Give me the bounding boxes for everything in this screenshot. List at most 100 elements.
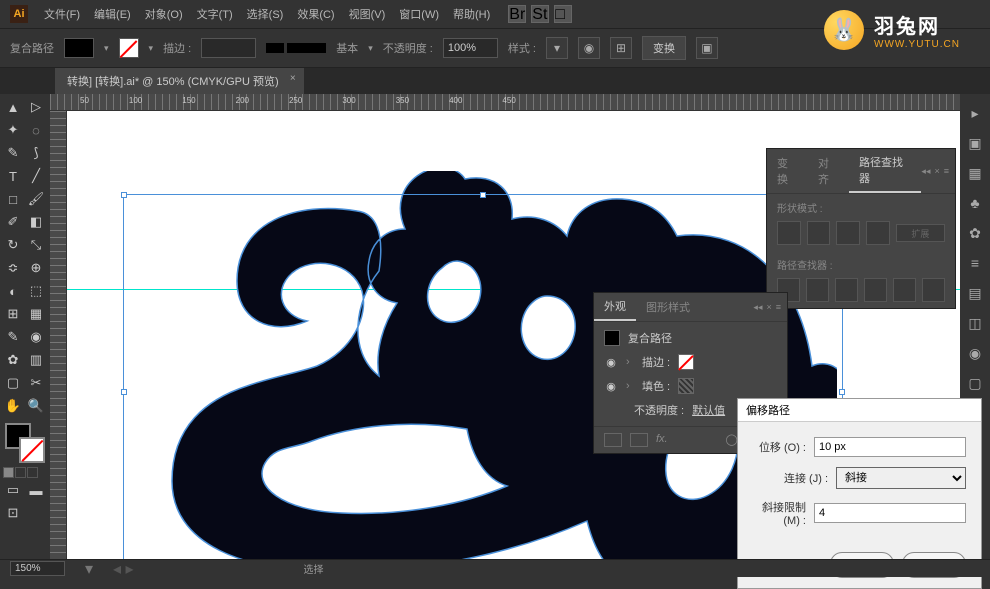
brush-tool[interactable]: 🖌 — [25, 188, 47, 210]
minus-back-button[interactable] — [922, 278, 945, 302]
screen-mode-1[interactable]: ▭ — [2, 479, 24, 501]
blend-tool[interactable]: ◉ — [25, 326, 47, 348]
shape-builder-tool[interactable]: ◐ — [2, 280, 24, 302]
dock-gradient-icon[interactable]: ▤ — [964, 282, 986, 304]
rotate-tool[interactable]: ↻ — [2, 234, 24, 256]
menu-edit[interactable]: 编辑(E) — [88, 4, 137, 24]
dock-color-icon[interactable]: ▣ — [964, 132, 986, 154]
add-stroke-button[interactable] — [604, 433, 622, 447]
eraser-tool[interactable]: ◧ — [25, 211, 47, 233]
isolate-icon[interactable]: ▣ — [696, 37, 718, 59]
scale-tool[interactable]: ⤡ — [25, 234, 47, 256]
panel-close-icon[interactable]: × — [934, 166, 939, 177]
crop-button[interactable] — [864, 278, 887, 302]
menu-object[interactable]: 对象(O) — [139, 4, 189, 24]
style-dropdown[interactable]: ▾ — [546, 37, 568, 59]
screen-mode-toggle[interactable]: ⊡ — [2, 502, 24, 524]
stroke-weight-input[interactable] — [201, 38, 256, 58]
stroke-swatch[interactable] — [119, 38, 139, 58]
dock-properties-icon[interactable]: ▸ — [964, 102, 986, 124]
perspective-tool[interactable]: ⬚ — [25, 280, 47, 302]
sel-handle-mr[interactable] — [839, 389, 845, 395]
magic-wand-tool[interactable]: ✦ — [2, 119, 24, 141]
dock-brushes-icon[interactable]: ♣ — [964, 192, 986, 214]
opacity-input[interactable] — [443, 38, 498, 58]
expand-button[interactable]: 扩展 — [896, 224, 945, 242]
align-icon[interactable]: ⊞ — [610, 37, 632, 59]
selection-tool[interactable]: ▲ — [2, 96, 24, 118]
menu-help[interactable]: 帮助(H) — [447, 4, 496, 24]
color-mode-none[interactable] — [27, 467, 38, 478]
color-mode-fill[interactable] — [3, 467, 14, 478]
intersect-button[interactable] — [836, 221, 860, 245]
fill-row-swatch[interactable] — [678, 378, 694, 394]
hand-tool[interactable]: ✋ — [2, 395, 24, 417]
menu-select[interactable]: 选择(S) — [241, 4, 290, 24]
menu-window[interactable]: 窗口(W) — [393, 4, 445, 24]
color-mode-gradient[interactable] — [15, 467, 26, 478]
gradient-tool[interactable]: ▦ — [25, 303, 47, 325]
stroke-row-swatch[interactable] — [678, 354, 694, 370]
free-transform-tool[interactable]: ⊕ — [25, 257, 47, 279]
mesh-tool[interactable]: ⊞ — [2, 303, 24, 325]
color-controls[interactable] — [2, 423, 48, 463]
document-tab[interactable]: 转换] [转换].ai* @ 150% (CMYK/GPU 预览) × — [55, 68, 304, 94]
stroke-color[interactable] — [19, 437, 45, 463]
recolor-icon[interactable]: ◉ — [578, 37, 600, 59]
panel-menu-icon[interactable]: ≡ — [944, 166, 949, 177]
clear-button[interactable]: ◯ — [726, 433, 738, 447]
pen-tool[interactable]: ✎ — [2, 142, 24, 164]
pathfinder-tab-transform[interactable]: 变换 — [767, 150, 808, 192]
graph-tool[interactable]: ▥ — [25, 349, 47, 371]
tab-close-icon[interactable]: × — [290, 73, 296, 84]
dock-symbols-icon[interactable]: ✿ — [964, 222, 986, 244]
visibility-toggle[interactable]: ◉ — [604, 379, 618, 393]
stock-icon[interactable]: St — [531, 5, 549, 23]
menu-file[interactable]: 文件(F) — [38, 4, 86, 24]
lasso-tool[interactable]: ◌ — [25, 119, 47, 141]
pathfinder-tab-pathfinder[interactable]: 路径查找器 — [849, 149, 921, 193]
join-select[interactable]: 斜接 — [836, 467, 966, 489]
add-fill-button[interactable] — [630, 433, 648, 447]
unite-button[interactable] — [777, 221, 801, 245]
dock-stroke-icon[interactable]: ≡ — [964, 252, 986, 274]
visibility-toggle[interactable]: ◉ — [604, 355, 618, 369]
dock-transparency-icon[interactable]: ◫ — [964, 312, 986, 334]
curvature-tool[interactable]: ⟆ — [25, 142, 47, 164]
zoom-tool[interactable]: 🔍 — [25, 395, 47, 417]
dock-appearance-icon[interactable]: ◉ — [964, 342, 986, 364]
add-effect-button[interactable]: fx. — [656, 433, 668, 447]
panel-menu-icon[interactable]: ≡ — [776, 302, 781, 313]
minus-front-button[interactable] — [807, 221, 831, 245]
offset-input[interactable] — [814, 437, 966, 457]
artboard-tool[interactable]: ▢ — [2, 372, 24, 394]
graphic-styles-tab[interactable]: 图形样式 — [636, 294, 700, 320]
rectangle-tool[interactable]: □ — [2, 188, 24, 210]
outline-button[interactable] — [893, 278, 916, 302]
ruler-vertical[interactable] — [50, 111, 67, 559]
type-tool[interactable]: T — [2, 165, 24, 187]
arrange-icon[interactable]: □ — [554, 5, 572, 23]
ruler-horizontal[interactable]: 50100 150200 250300 350400 450 — [50, 94, 960, 111]
appearance-tab[interactable]: 外观 — [594, 293, 636, 321]
pathfinder-tab-align[interactable]: 对齐 — [808, 150, 849, 192]
opacity-value-link[interactable]: 默认值 — [692, 402, 725, 418]
symbol-tool[interactable]: ✿ — [2, 349, 24, 371]
trim-button[interactable] — [806, 278, 829, 302]
transform-button[interactable]: 变换 — [642, 36, 686, 60]
menu-type[interactable]: 文字(T) — [191, 4, 239, 24]
miter-input[interactable] — [814, 503, 966, 523]
menu-effect[interactable]: 效果(C) — [291, 4, 340, 24]
dock-swatches-icon[interactable]: ▦ — [964, 162, 986, 184]
eyedropper-tool[interactable]: ✎ — [2, 326, 24, 348]
menu-view[interactable]: 视图(V) — [343, 4, 392, 24]
dock-layers-icon[interactable]: ▢ — [964, 372, 986, 394]
panel-collapse-icon[interactable]: ◂◂ — [921, 166, 930, 177]
slice-tool[interactable]: ✂ — [25, 372, 47, 394]
zoom-input[interactable] — [10, 561, 65, 576]
exclude-button[interactable] — [866, 221, 890, 245]
screen-mode-2[interactable]: ▬ — [25, 479, 47, 501]
merge-button[interactable] — [835, 278, 858, 302]
shaper-tool[interactable]: ✐ — [2, 211, 24, 233]
panel-close-icon[interactable]: × — [766, 302, 771, 313]
